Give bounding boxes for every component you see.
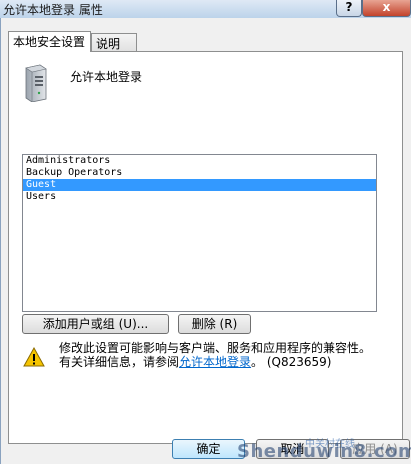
ok-button[interactable]: 确定: [172, 439, 245, 459]
help-button[interactable]: ?: [336, 0, 362, 17]
remove-button[interactable]: 删除 (R): [178, 314, 251, 334]
warning-icon: [23, 347, 45, 367]
help-icon: ?: [345, 0, 353, 14]
watermark: Shenduwin8.com: [237, 441, 411, 462]
close-button[interactable]: x: [362, 0, 411, 17]
list-item-selected[interactable]: Guest: [23, 179, 376, 191]
properties-dialog: 本地安全设置 说明 允许本地登录 Administrators Backup O…: [0, 18, 411, 464]
warning-message: 修改此设置可能影响与客户端、服务和应用程序的兼容性。 有关详细信息，请参阅允许本…: [59, 341, 394, 369]
tab-explain[interactable]: 说明: [91, 33, 137, 51]
tab-label: 本地安全设置: [13, 35, 86, 49]
tab-local-security-setting[interactable]: 本地安全设置: [8, 31, 91, 52]
window-title: 允许本地登录 属性: [3, 3, 103, 17]
title-bar: 允许本地登录 属性 ? x: [0, 0, 411, 18]
tab-label: 说明: [96, 37, 121, 51]
warning-suffix: 。 (Q823659): [251, 355, 332, 369]
policy-help-link[interactable]: 允许本地登录: [179, 355, 251, 369]
add-user-or-group-button[interactable]: 添加用户或组 (U)...: [22, 314, 169, 334]
warning-prefix: 有关详细信息，请参阅: [59, 355, 180, 369]
server-icon: [25, 64, 47, 102]
policy-name: 允许本地登录: [70, 70, 143, 84]
list-item[interactable]: Users: [23, 191, 376, 203]
warning-line-1: 修改此设置可能影响与客户端、服务和应用程序的兼容性。: [59, 341, 372, 355]
list-item[interactable]: Administrators: [23, 155, 376, 167]
members-list[interactable]: Administrators Backup Operators Guest Us…: [22, 154, 377, 312]
close-icon: x: [382, 0, 391, 14]
list-item[interactable]: Backup Operators: [23, 167, 376, 179]
tab-panel: 允许本地登录 Administrators Backup Operators G…: [8, 51, 403, 444]
warning-line-2: 有关详细信息，请参阅允许本地登录。 (Q823659): [59, 355, 394, 369]
